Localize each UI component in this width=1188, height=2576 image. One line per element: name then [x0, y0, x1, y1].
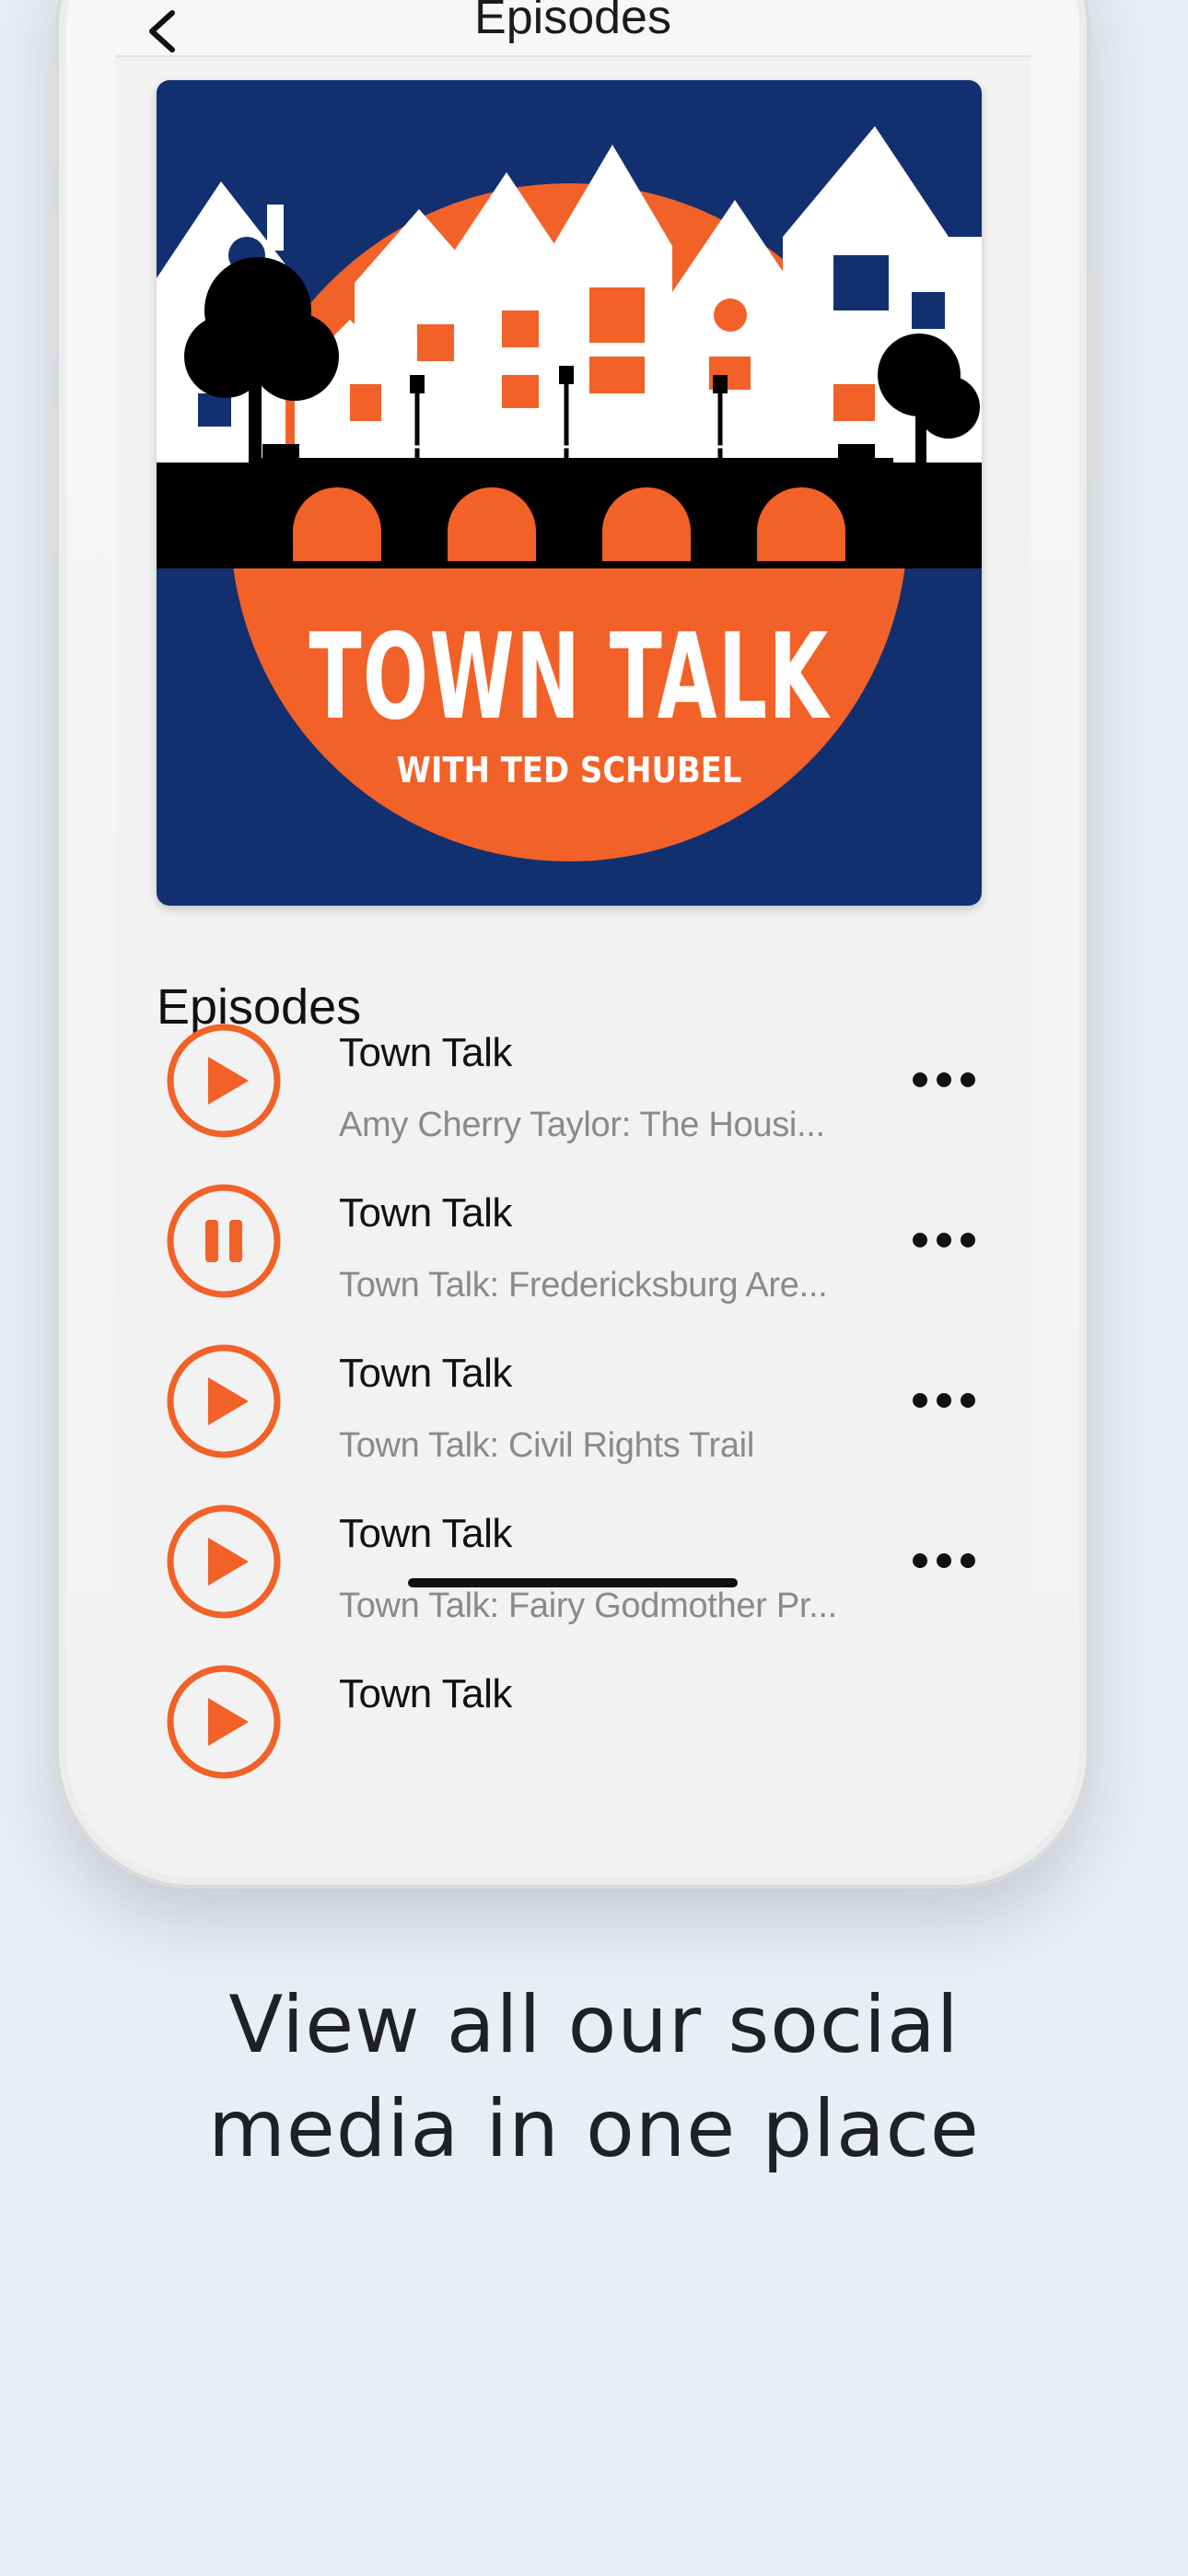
- podcast-cover-image: TOWN TALK WITH TED SCHUBEL: [157, 80, 982, 906]
- episode-subtitle: Town Talk: Fairy Godmother Pr...: [339, 1587, 837, 1625]
- episode-title: Town Talk: [339, 1190, 512, 1235]
- play-icon[interactable]: [166, 1023, 282, 1139]
- more-horizontal-icon[interactable]: [912, 1551, 976, 1570]
- episode-subtitle: Amy Cherry Taylor: The Housi...: [339, 1106, 825, 1144]
- play-icon[interactable]: [166, 1504, 282, 1620]
- play-icon[interactable]: [166, 1343, 282, 1459]
- phone-side-button: [48, 212, 57, 359]
- caption-line-2: media in one place: [208, 2083, 980, 2175]
- phone-side-button: [48, 405, 57, 553]
- more-horizontal-icon[interactable]: [912, 1071, 976, 1089]
- phone-side-button: [48, 64, 57, 166]
- page-title: Episodes: [474, 0, 671, 44]
- phone-frame: Episodes TOWN TALK WITH TED SCHUBEL Epis…: [48, 0, 1098, 1889]
- episode-row[interactable]: Town Talk Town Talk: Fredericksburg Are.…: [115, 1183, 1031, 1343]
- caption-line-1: View all our social: [228, 1979, 960, 2071]
- episode-subtitle: Town Talk: Fredericksburg Are...: [339, 1266, 828, 1305]
- episode-row[interactable]: Town Talk Amy Cherry Taylor: The Housi..…: [115, 1023, 1031, 1183]
- app-screen: Episodes TOWN TALK WITH TED SCHUBEL Epis…: [115, 0, 1031, 1827]
- more-horizontal-icon[interactable]: [912, 1391, 976, 1410]
- promo-caption: View all our social media in one place: [0, 1973, 1188, 2182]
- artwork-subtitle: WITH TED SCHUBEL: [397, 750, 742, 790]
- episode-row[interactable]: Town Talk: [115, 1664, 1031, 1824]
- phone-side-button: [1089, 267, 1098, 488]
- pause-icon[interactable]: [166, 1183, 282, 1299]
- episode-title: Town Talk: [339, 1030, 512, 1075]
- more-horizontal-icon[interactable]: [912, 1231, 976, 1249]
- episode-subtitle: Town Talk: Civil Rights Trail: [339, 1426, 754, 1465]
- episode-title: Town Talk: [339, 1351, 512, 1396]
- episode-title: Town Talk: [339, 1511, 512, 1556]
- play-icon[interactable]: [166, 1664, 282, 1780]
- home-indicator[interactable]: [408, 1578, 738, 1587]
- podcast-artwork: TOWN TALK WITH TED SCHUBEL: [157, 80, 982, 906]
- episode-title: Town Talk: [339, 1671, 512, 1716]
- artwork-title: TOWN TALK: [309, 609, 832, 746]
- navigation-bar: Episodes: [115, 0, 1031, 57]
- episode-row[interactable]: Town Talk Town Talk: Civil Rights Trail: [115, 1343, 1031, 1504]
